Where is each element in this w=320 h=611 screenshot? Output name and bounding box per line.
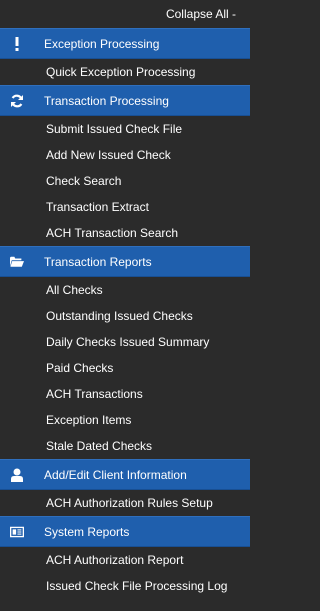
nav-item-ach-transaction-search[interactable]: ACH Transaction Search — [0, 220, 250, 246]
section-label: Add/Edit Client Information — [44, 467, 187, 482]
nav-item-daily-checks-issued-summary[interactable]: Daily Checks Issued Summary — [0, 329, 250, 355]
user-icon — [10, 468, 24, 482]
nav-item-label: Quick Exception Processing — [46, 65, 196, 79]
collapse-all-link[interactable]: Collapse All - — [0, 0, 250, 28]
nav-item-quick-exception-processing[interactable]: Quick Exception Processing — [0, 59, 250, 85]
nav-item-paid-checks[interactable]: Paid Checks — [0, 355, 250, 381]
nav-item-issued-check-file-processing-log[interactable]: Issued Check File Processing Log — [0, 573, 250, 599]
nav-item-label: All Checks — [46, 283, 103, 297]
nav-item-exception-items[interactable]: Exception Items — [0, 407, 250, 433]
nav-item-label: ACH Transactions — [46, 387, 143, 401]
nav-item-label: Transaction Extract — [46, 200, 149, 214]
nav-item-label: Check Search — [46, 174, 122, 188]
nav-item-label: Paid Checks — [46, 361, 114, 375]
nav-item-label: Daily Checks Issued Summary — [46, 335, 210, 349]
nav-item-label: Stale Dated Checks — [46, 439, 153, 453]
section-label: System Reports — [44, 524, 130, 539]
nav-item-all-checks[interactable]: All Checks — [0, 277, 250, 303]
nav-item-ach-authorization-rules-setup[interactable]: ACH Authorization Rules Setup — [0, 490, 250, 516]
section-exception-processing[interactable]: Exception Processing — [0, 28, 250, 59]
exclamation-icon — [10, 36, 24, 51]
nav-item-label: Issued Check File Processing Log — [46, 579, 228, 593]
nav-item-label: ACH Authorization Rules Setup — [46, 496, 213, 510]
nav-item-label: Outstanding Issued Checks — [46, 309, 193, 323]
refresh-icon — [10, 94, 24, 108]
nav-item-check-search[interactable]: Check Search — [0, 168, 250, 194]
section-system-reports[interactable]: System Reports — [0, 516, 250, 547]
nav-item-label: Add New Issued Check — [46, 148, 171, 162]
nav-item-transaction-extract[interactable]: Transaction Extract — [0, 194, 250, 220]
section-transaction-processing[interactable]: Transaction Processing — [0, 85, 250, 116]
section-client-information[interactable]: Add/Edit Client Information — [0, 459, 250, 490]
nav-item-add-new-issued-check[interactable]: Add New Issued Check — [0, 142, 250, 168]
nav-item-label: ACH Authorization Report — [46, 553, 184, 567]
nav-item-label: Exception Items — [46, 413, 132, 427]
collapse-all-label: Collapse All - — [165, 7, 236, 21]
nav-item-submit-issued-check-file[interactable]: Submit Issued Check File — [0, 116, 250, 142]
section-transaction-reports[interactable]: Transaction Reports — [0, 246, 250, 277]
nav-item-stale-dated-checks[interactable]: Stale Dated Checks — [0, 433, 250, 459]
section-label: Transaction Reports — [44, 254, 152, 269]
report-card-icon — [10, 525, 24, 539]
nav-item-ach-transactions[interactable]: ACH Transactions — [0, 381, 250, 407]
section-label: Exception Processing — [44, 36, 160, 51]
folder-open-icon — [10, 255, 24, 269]
nav-item-ach-authorization-report[interactable]: ACH Authorization Report — [0, 547, 250, 573]
sidebar-nav: Collapse All - Exception Processing Quic… — [0, 0, 250, 611]
nav-item-outstanding-issued-checks[interactable]: Outstanding Issued Checks — [0, 303, 250, 329]
section-label: Transaction Processing — [44, 93, 169, 108]
nav-item-label: Submit Issued Check File — [46, 122, 183, 136]
nav-item-label: ACH Transaction Search — [46, 226, 179, 240]
